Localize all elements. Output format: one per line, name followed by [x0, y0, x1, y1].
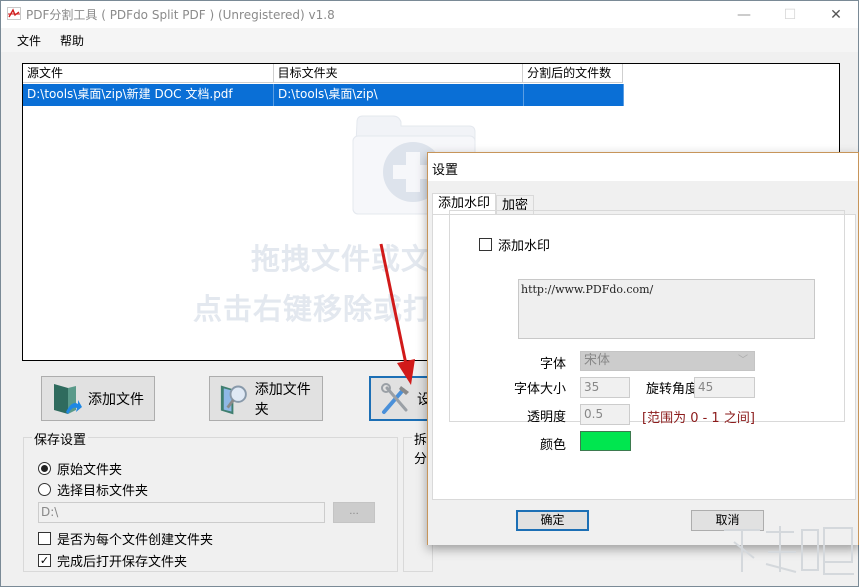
rotation-input[interactable]: 45: [694, 377, 755, 398]
radio-button[interactable]: [38, 483, 51, 496]
close-icon: ✕: [830, 6, 842, 23]
font-size-input[interactable]: 35: [580, 377, 630, 398]
radio-button[interactable]: [38, 462, 51, 475]
add-file-button[interactable]: 添加文件: [41, 376, 155, 421]
add-folder-button[interactable]: 添加文件夹: [209, 376, 323, 421]
watermark-text-input[interactable]: http://www.PDFdo.com/: [518, 279, 815, 339]
enable-watermark-option[interactable]: 添加水印: [479, 235, 554, 254]
cancel-button[interactable]: 取消: [691, 510, 764, 531]
target-path-input[interactable]: D:\: [38, 502, 325, 523]
enable-watermark-label: 添加水印: [498, 239, 551, 254]
add-folder-icon: [220, 385, 247, 414]
menu-file[interactable]: 文件: [17, 32, 41, 49]
column-header-count[interactable]: 分割后的文件数: [523, 64, 623, 83]
radio-original-folder[interactable]: 原始文件夹: [38, 459, 122, 478]
settings-dialog: 设置 添加水印 加密 添加水印 http://www.PDFdo.com/ 字体…: [427, 152, 859, 545]
radio-label: 选择目标文件夹: [57, 484, 149, 499]
rotation-label: 旋转角度: [645, 382, 698, 397]
save-settings-group: 保存设置 原始文件夹 选择目标文件夹 D:\ ... 是否为每个文件创建文件夹 …: [23, 429, 398, 572]
font-select[interactable]: 宋体 ﹀: [580, 351, 755, 371]
cell-count: [524, 84, 624, 106]
title-bar: PDF分割工具 ( PDFdo Split PDF ) (Unregistere…: [1, 1, 858, 28]
create-folder-option[interactable]: 是否为每个文件创建文件夹: [38, 529, 213, 548]
open-after-option[interactable]: ✓ 完成后打开保存文件夹: [38, 551, 187, 570]
checkbox[interactable]: [479, 238, 492, 251]
pdf-app-icon: [7, 7, 21, 20]
opacity-label: 透明度: [526, 410, 566, 425]
dialog-title-bar: 设置: [428, 153, 858, 181]
opacity-range-note: [范围为 0 - 1 之间]: [642, 411, 755, 426]
maximize-icon: ☐: [783, 6, 797, 23]
checkbox-label: 是否为每个文件创建文件夹: [57, 533, 214, 548]
menu-bar: 文件 帮助: [1, 28, 858, 52]
checkbox-checked[interactable]: ✓: [38, 554, 51, 567]
color-swatch[interactable]: [580, 431, 631, 451]
ok-button[interactable]: 确定: [516, 510, 589, 531]
maximize-button[interactable]: ☐: [767, 1, 813, 28]
column-header-source[interactable]: 源文件: [23, 64, 274, 83]
dialog-title: 设置: [432, 163, 459, 178]
close-button[interactable]: ✕: [813, 1, 859, 28]
menu-help[interactable]: 帮助: [60, 32, 84, 49]
list-header: 源文件 目标文件夹 分割后的文件数: [23, 64, 623, 83]
tools-icon: [381, 382, 409, 414]
cell-source: D:\tools\桌面\zip\新建 DOC 文档.pdf: [23, 84, 274, 106]
radio-choose-target[interactable]: 选择目标文件夹: [38, 480, 148, 499]
minimize-icon: —: [737, 6, 751, 23]
window-title: PDF分割工具 ( PDFdo Split PDF ) (Unregistere…: [26, 8, 335, 22]
add-file-icon: [54, 383, 82, 414]
minimize-button[interactable]: —: [721, 1, 767, 28]
font-select-value: 宋体: [584, 353, 611, 368]
font-size-label: 字体大小: [513, 382, 566, 397]
chevron-down-icon: ﹀: [738, 355, 748, 366]
opacity-input[interactable]: 0.5: [580, 404, 630, 425]
cell-target: D:\tools\桌面\zip\: [274, 84, 524, 106]
table-row[interactable]: D:\tools\桌面\zip\新建 DOC 文档.pdf D:\tools\桌…: [23, 84, 624, 106]
browse-button[interactable]: ...: [333, 502, 375, 523]
save-settings-title: 保存设置: [32, 429, 89, 448]
color-label: 颜色: [539, 438, 566, 453]
radio-label: 原始文件夹: [57, 463, 123, 478]
checkbox[interactable]: [38, 532, 51, 545]
add-folder-label: 添加文件夹: [254, 381, 311, 418]
add-file-label: 添加文件: [88, 391, 144, 408]
checkbox-label: 完成后打开保存文件夹: [57, 555, 188, 570]
column-header-target[interactable]: 目标文件夹: [273, 64, 524, 83]
font-label: 字体: [539, 357, 566, 372]
